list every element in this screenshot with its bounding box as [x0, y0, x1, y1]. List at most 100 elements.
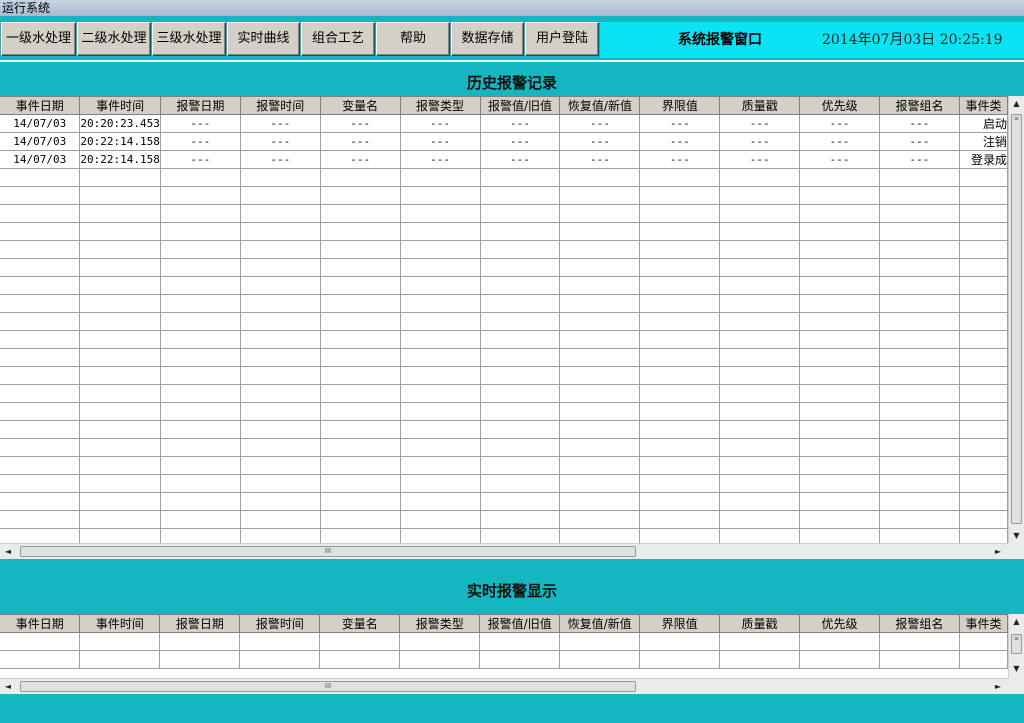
table-row[interactable] — [0, 492, 1008, 511]
table-cell — [160, 366, 241, 385]
realtime-curve-button[interactable]: 实时曲线 — [227, 22, 300, 56]
table-cell: --- — [559, 150, 641, 169]
history-horizontal-scrollbar[interactable]: ◄ III ► — [0, 543, 1008, 559]
table-row[interactable] — [0, 204, 1008, 223]
table-cell — [159, 650, 241, 669]
scroll-thumb[interactable]: III — [20, 681, 636, 692]
column-header[interactable]: 界限值 — [639, 615, 721, 633]
table-row[interactable]: 14/07/03 20:22:14.158 --- --- --- --- --- --- --… — [0, 132, 1008, 151]
scroll-right-arrow-icon[interactable]: ► — [990, 544, 1006, 559]
column-header[interactable]: 报警类型 — [400, 97, 481, 115]
realtime-vertical-scrollbar[interactable]: ▲ ≡ ▼ — [1008, 614, 1024, 678]
table-row[interactable] — [0, 650, 1008, 669]
level3-water-button[interactable]: 三级水处理 — [152, 22, 226, 56]
help-button[interactable]: 帮助 — [376, 22, 450, 56]
column-header[interactable]: 恢复值/新值 — [559, 615, 641, 633]
table-cell — [240, 438, 321, 457]
scroll-thumb[interactable]: ≡ — [1011, 634, 1022, 654]
table-row[interactable] — [0, 348, 1008, 367]
table-cell — [879, 222, 960, 241]
column-header[interactable]: 优先级 — [799, 97, 881, 115]
history-alarm-table[interactable]: 事件日期 事件时间 报警日期 报警时间 变量名 报警类型 报警值/旧值 恢复值/新值 界限值 质量… — [0, 96, 1008, 545]
data-storage-button[interactable]: 数据存储 — [451, 22, 524, 56]
table-cell — [959, 474, 1008, 493]
table-row[interactable] — [0, 240, 1008, 259]
table-cell — [480, 204, 561, 223]
table-row[interactable] — [0, 312, 1008, 331]
table-row[interactable] — [0, 474, 1008, 493]
column-header[interactable]: 界限值 — [639, 97, 721, 115]
scroll-right-arrow-icon[interactable]: ► — [990, 679, 1006, 694]
table-cell: --- — [480, 150, 561, 169]
table-row[interactable]: 14/07/03 20:22:14.158 --- --- --- --- --- --- --… — [0, 150, 1008, 169]
column-header[interactable]: 事件类 — [959, 615, 1008, 633]
user-login-button[interactable]: 用户登陆 — [525, 22, 599, 56]
table-row[interactable] — [0, 258, 1008, 277]
table-cell: --- — [400, 150, 481, 169]
scroll-down-arrow-icon[interactable]: ▼ — [1009, 661, 1024, 677]
table-cell — [240, 258, 321, 277]
level1-water-button[interactable]: 一级水处理 — [1, 22, 76, 56]
table-cell: --- — [719, 150, 801, 169]
table-row[interactable] — [0, 456, 1008, 475]
column-header[interactable]: 事件日期 — [0, 615, 81, 633]
column-header[interactable]: 优先级 — [799, 615, 880, 633]
scroll-up-arrow-icon[interactable]: ▲ — [1009, 96, 1024, 112]
column-header[interactable]: 变量名 — [320, 97, 401, 115]
table-row[interactable] — [0, 186, 1008, 205]
column-header[interactable]: 报警值/旧值 — [479, 615, 561, 633]
scroll-left-arrow-icon[interactable]: ◄ — [0, 679, 16, 694]
column-header[interactable]: 事件类 — [959, 97, 1008, 115]
realtime-horizontal-scrollbar[interactable]: ◄ III ► — [0, 678, 1008, 694]
table-cell — [400, 384, 481, 403]
table-row[interactable] — [0, 276, 1008, 295]
table-row[interactable] — [0, 384, 1008, 403]
table-cell — [719, 204, 801, 223]
scroll-left-arrow-icon[interactable]: ◄ — [0, 544, 16, 559]
table-cell — [959, 438, 1008, 457]
scroll-thumb[interactable]: III — [20, 546, 636, 557]
scroll-down-arrow-icon[interactable]: ▼ — [1009, 528, 1024, 544]
table-row[interactable] — [0, 294, 1008, 313]
column-header[interactable]: 报警时间 — [240, 97, 321, 115]
column-header[interactable]: 报警类型 — [399, 615, 481, 633]
column-header[interactable]: 质量戳 — [719, 615, 801, 633]
table-row[interactable] — [0, 222, 1008, 241]
table-row[interactable] — [0, 366, 1008, 385]
table-row[interactable] — [0, 168, 1008, 187]
history-vertical-scrollbar[interactable]: ▲ ≡ ▼ — [1008, 96, 1024, 544]
table-cell — [959, 348, 1008, 367]
column-header[interactable]: 报警组名 — [879, 615, 960, 633]
table-row[interactable] — [0, 510, 1008, 529]
table-cell — [719, 474, 801, 493]
table-cell — [240, 402, 321, 421]
level2-water-button[interactable]: 二级水处理 — [77, 22, 151, 56]
table-row[interactable] — [0, 420, 1008, 439]
column-header[interactable]: 报警日期 — [159, 615, 241, 633]
table-cell — [480, 186, 561, 205]
table-row[interactable]: 14/07/03 20:20:23.453 --- --- --- --- --- --- --… — [0, 114, 1008, 133]
column-header[interactable]: 恢复值/新值 — [559, 97, 641, 115]
table-cell — [0, 474, 81, 493]
table-cell — [0, 420, 81, 439]
scroll-up-arrow-icon[interactable]: ▲ — [1009, 614, 1024, 630]
scroll-thumb[interactable]: ≡ — [1011, 114, 1022, 524]
table-row[interactable] — [0, 330, 1008, 349]
table-cell — [719, 632, 801, 651]
column-header[interactable]: 报警组名 — [879, 97, 960, 115]
column-header[interactable]: 报警值/旧值 — [480, 97, 561, 115]
table-cell — [719, 438, 801, 457]
column-header[interactable]: 报警时间 — [239, 615, 321, 633]
table-row[interactable] — [0, 632, 1008, 651]
column-header[interactable]: 变量名 — [319, 615, 401, 633]
combined-process-button[interactable]: 组合工艺 — [301, 22, 375, 56]
table-cell — [400, 420, 481, 439]
column-header[interactable]: 报警日期 — [160, 97, 241, 115]
realtime-alarm-table[interactable]: 事件日期 事件时间 报警日期 报警时间 变量名 报警类型 报警值/旧值 恢复值/新值 界限值 质量… — [0, 614, 1008, 679]
column-header[interactable]: 事件日期 — [0, 97, 81, 115]
column-header[interactable]: 质量戳 — [719, 97, 801, 115]
table-row[interactable] — [0, 402, 1008, 421]
column-header[interactable]: 事件时间 — [79, 615, 161, 633]
table-row[interactable] — [0, 438, 1008, 457]
column-header[interactable]: 事件时间 — [79, 97, 161, 115]
